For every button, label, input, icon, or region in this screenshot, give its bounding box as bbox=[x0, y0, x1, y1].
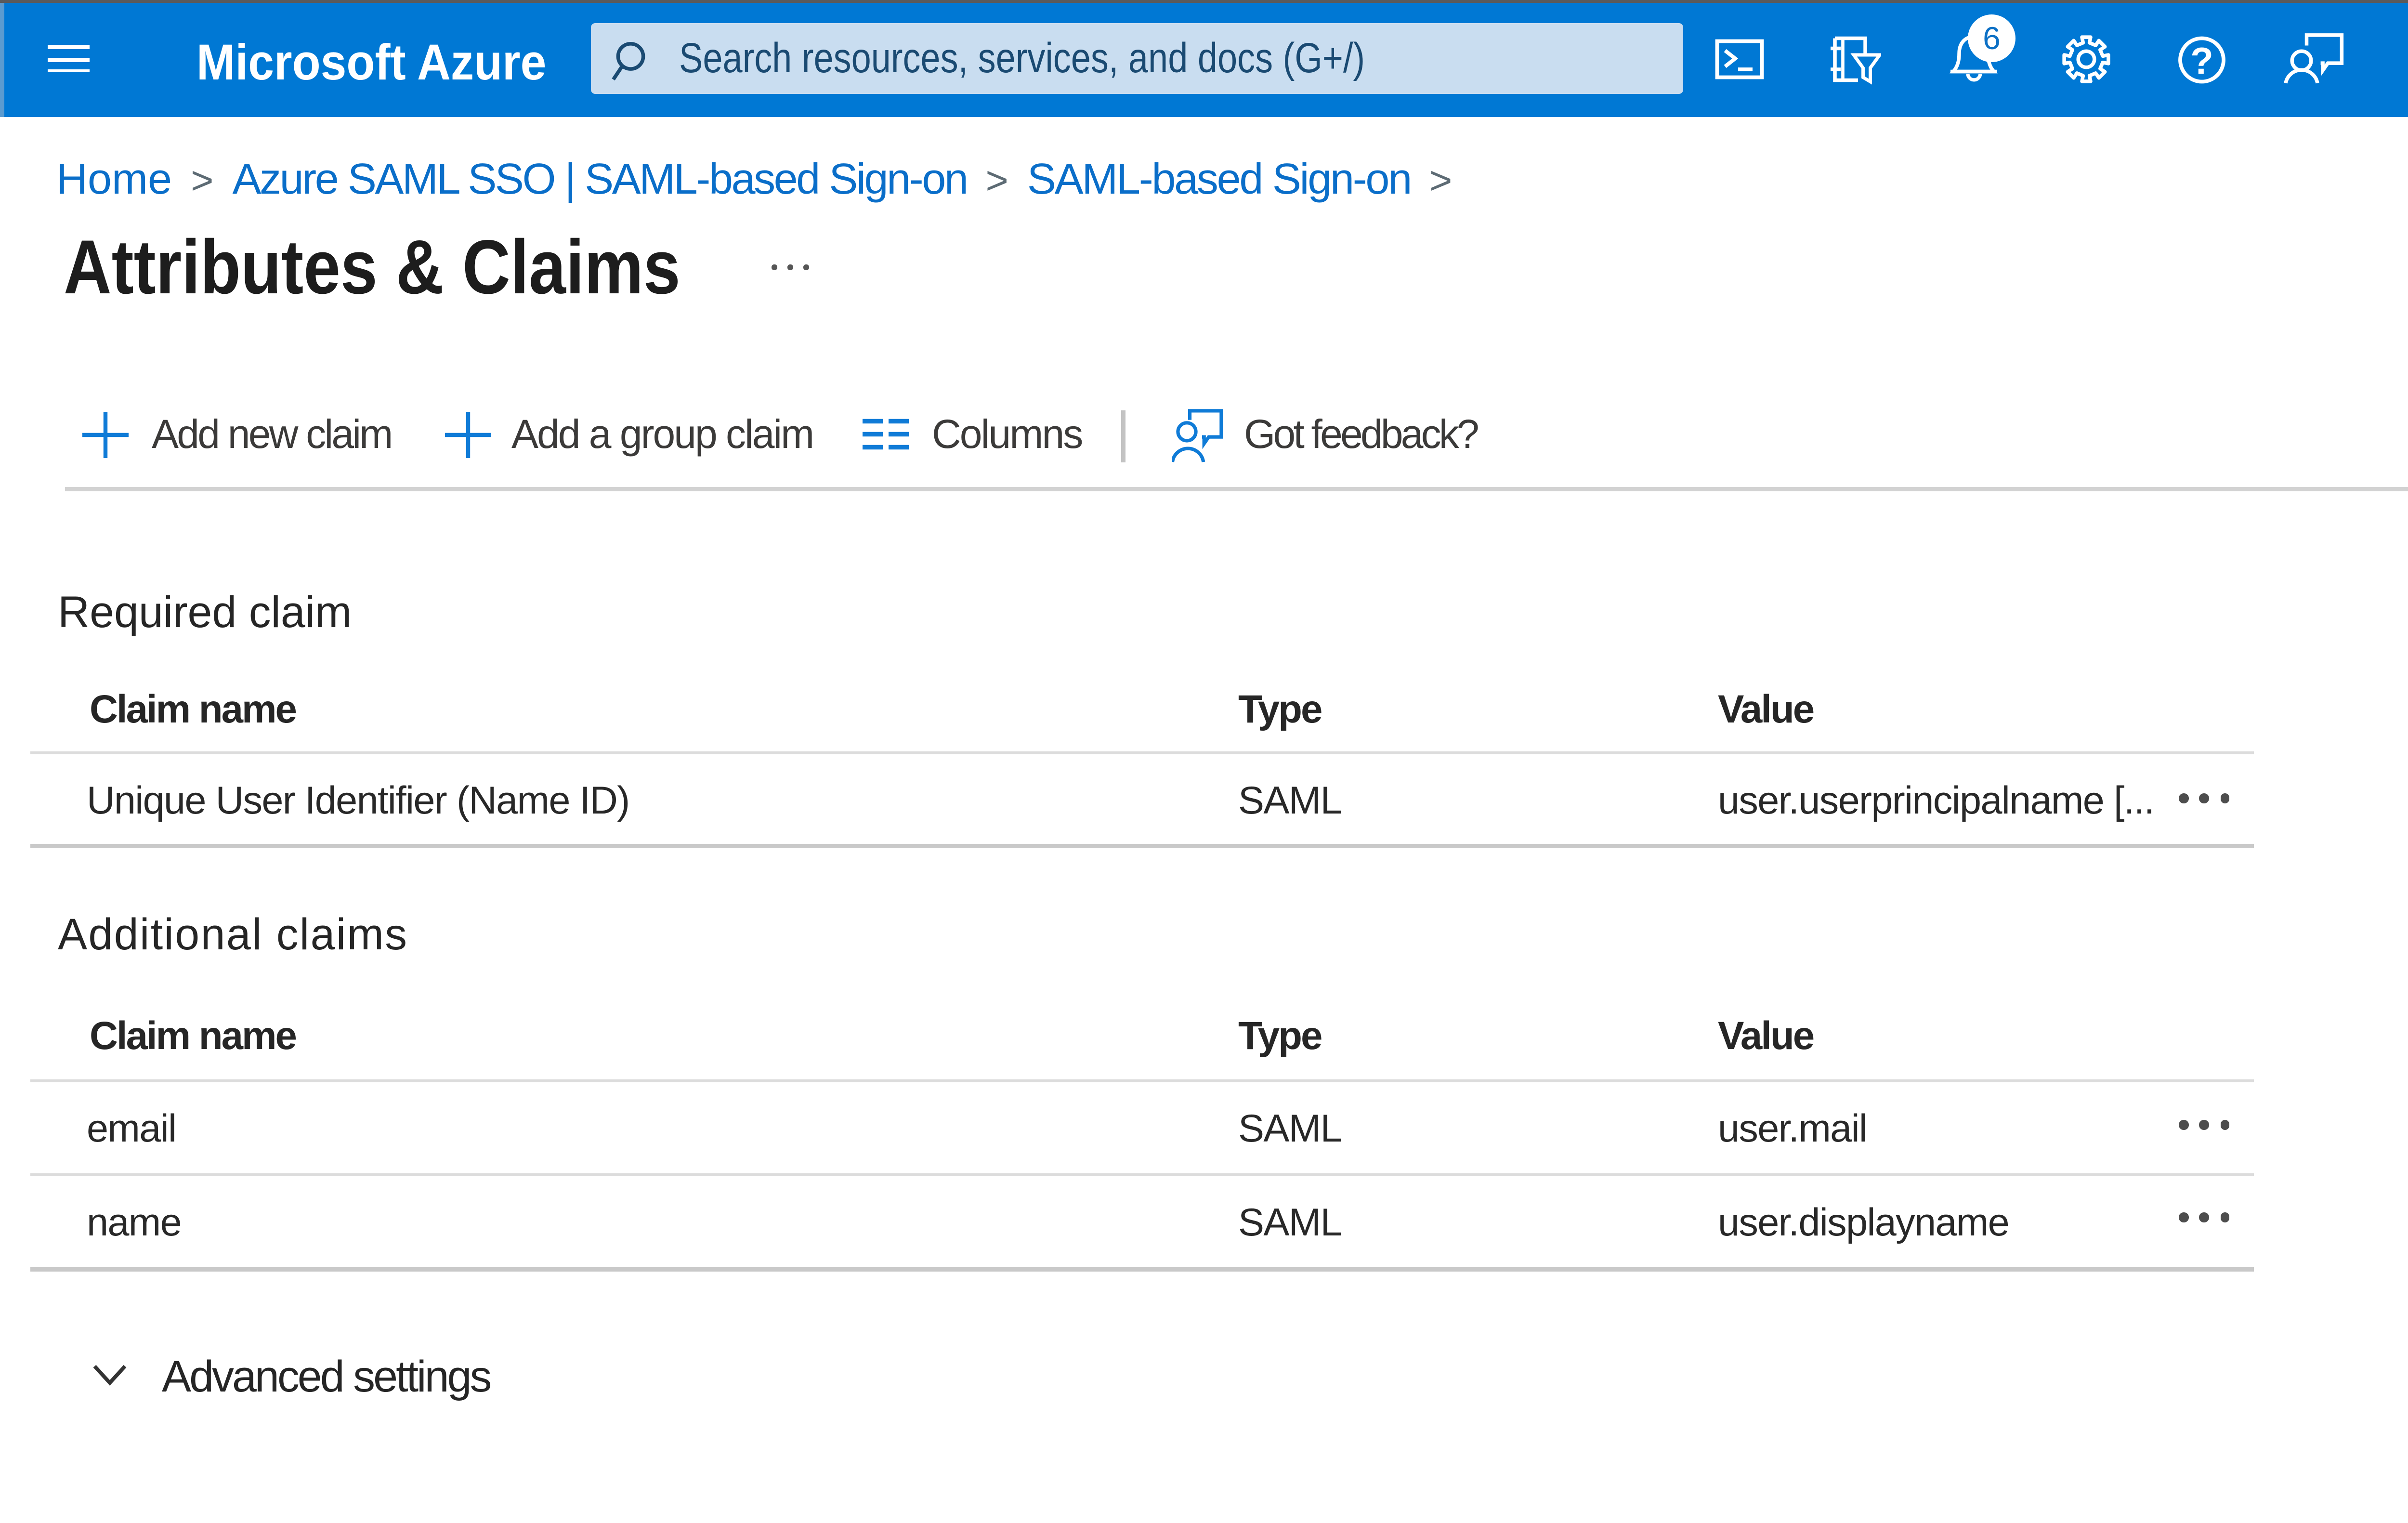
svg-text:?: ? bbox=[2190, 39, 2213, 82]
